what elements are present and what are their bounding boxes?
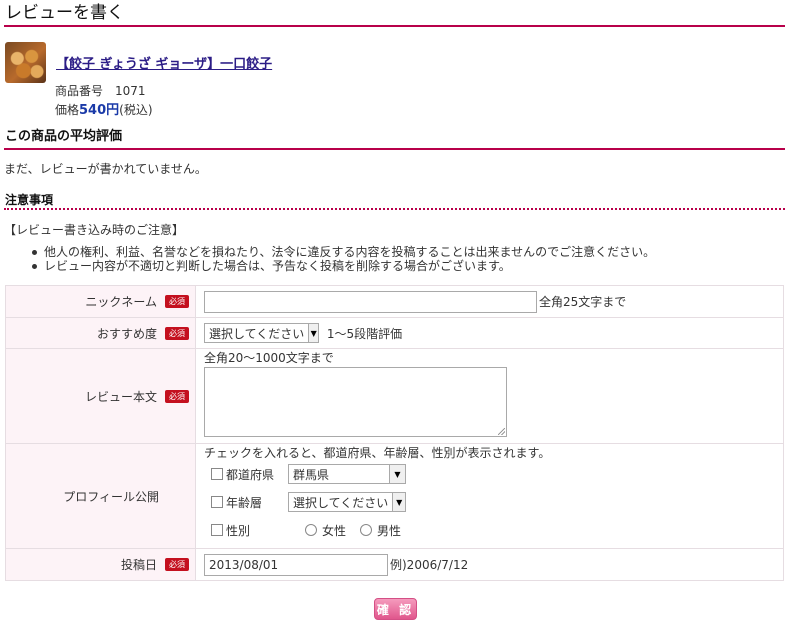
price-label: 価格 xyxy=(55,103,80,117)
date-label-cell: 投稿日 必須 xyxy=(5,548,196,581)
chevron-down-icon: ▼ xyxy=(308,324,318,342)
age-checkbox[interactable] xyxy=(211,496,223,508)
nickname-label: ニックネーム xyxy=(85,295,157,309)
notes-item: 他人の権利、利益、名誉などを損ねたり、法令に違反する内容を投稿することは出来ませ… xyxy=(30,245,655,259)
prefecture-row: 都道府県 群馬県 ▼ xyxy=(204,460,783,488)
prefecture-label: 都道府県 xyxy=(226,467,275,482)
notes-heading: 注意事項 xyxy=(4,193,785,210)
body-hint: 全角20〜1000文字まで xyxy=(204,351,334,365)
nickname-label-cell: ニックネーム 必須 xyxy=(5,285,196,318)
no-review-message: まだ、レビューが書かれていません。 xyxy=(4,162,207,176)
prefecture-select-value: 群馬県 xyxy=(293,467,330,482)
product-price: 価格540円(税込) xyxy=(55,99,153,118)
age-row: 年齢層 選択してください ▼ xyxy=(204,488,783,516)
product-thumbnail[interactable] xyxy=(5,42,46,83)
price-amount: 540円 xyxy=(79,103,120,118)
profile-value-cell: チェックを入れると、都道府県、年齢層、性別が表示されます。 都道府県 群馬県 ▼ … xyxy=(195,443,784,549)
profile-hint: チェックを入れると、都道府県、年齢層、性別が表示されます。 xyxy=(204,446,551,460)
date-value-cell: 例)2006/7/12 xyxy=(195,548,784,581)
date-label: 投稿日 xyxy=(120,558,157,572)
average-rating-heading: この商品の平均評価 xyxy=(4,128,785,150)
prefecture-select[interactable]: 群馬県 ▼ xyxy=(288,464,406,484)
product-summary: 【餃子 ぎょうざ ギョーザ】一口餃子 商品番号 1071 価格540円(税込) xyxy=(5,40,405,118)
gender-label: 性別 xyxy=(226,523,251,538)
product-name-link[interactable]: 【餃子 ぎょうざ ギョーザ】一口餃子 xyxy=(56,53,272,72)
rating-value-cell: 選択してください ▼ 1〜5段階評価 xyxy=(195,317,784,349)
date-example: 例)2006/7/12 xyxy=(390,558,469,572)
notes-intro: 【レビュー書き込み時のご注意】 xyxy=(4,223,185,237)
page-title: レビューを書く xyxy=(4,2,785,27)
rating-label: おすすめ度 xyxy=(96,326,157,341)
required-badge: 必須 xyxy=(165,389,189,403)
rating-select-value: 選択してください xyxy=(209,326,305,341)
review-form: ニックネーム 必須 全角25文字まで おすすめ度 必須 選択してください ▼ 1〜5段… xyxy=(5,285,784,581)
profile-label-cell: プロフィール公開 xyxy=(5,443,196,549)
product-code: 商品番号 1071 xyxy=(55,82,146,99)
post-date-input[interactable] xyxy=(204,553,388,576)
nickname-note: 全角25文字まで xyxy=(539,295,627,309)
age-select[interactable]: 選択してください ▼ xyxy=(288,492,406,512)
rating-label-cell: おすすめ度 必須 xyxy=(5,317,196,349)
age-select-value: 選択してください xyxy=(293,495,389,510)
notes-item: レビュー内容が不適切と判断した場合は、予告なく投稿を削除する場合がございます。 xyxy=(30,259,655,273)
profile-label: プロフィール公開 xyxy=(63,489,159,504)
rating-note: 1〜5段階評価 xyxy=(326,326,403,341)
required-badge: 必須 xyxy=(165,326,189,340)
gender-checkbox[interactable] xyxy=(211,524,223,536)
gender-female-radio[interactable] xyxy=(305,524,317,536)
prefecture-checkbox[interactable] xyxy=(211,468,223,480)
body-value-cell: 全角20〜1000文字まで xyxy=(195,348,784,444)
body-label-cell: レビュー本文 必須 xyxy=(5,348,196,444)
rating-select[interactable]: 選択してください ▼ xyxy=(204,323,319,343)
body-label: レビュー本文 xyxy=(84,389,157,404)
confirm-button[interactable]: 確 認 xyxy=(374,598,417,620)
gender-row: 性別 女性 男性 xyxy=(204,516,783,544)
product-code-label: 商品番号 xyxy=(55,84,104,98)
review-body-textarea[interactable] xyxy=(204,367,507,437)
gender-male-label: 男性 xyxy=(377,523,402,538)
required-badge: 必須 xyxy=(165,295,189,308)
gender-female-label: 女性 xyxy=(322,523,347,538)
gender-male-radio[interactable] xyxy=(360,524,373,536)
notes-list: 他人の権利、利益、名誉などを損ねたり、法令に違反する内容を投稿することは出来ませ… xyxy=(30,245,655,273)
required-badge: 必須 xyxy=(165,558,189,571)
price-tax: (税込) xyxy=(119,103,153,117)
chevron-down-icon: ▼ xyxy=(392,493,405,511)
age-label: 年齢層 xyxy=(226,495,263,510)
resize-grip-icon[interactable] xyxy=(498,428,505,435)
nickname-value-cell: 全角25文字まで xyxy=(195,285,784,318)
chevron-down-icon: ▼ xyxy=(389,465,405,483)
nickname-input[interactable] xyxy=(204,290,537,313)
product-code-value: 1071 xyxy=(115,84,146,98)
